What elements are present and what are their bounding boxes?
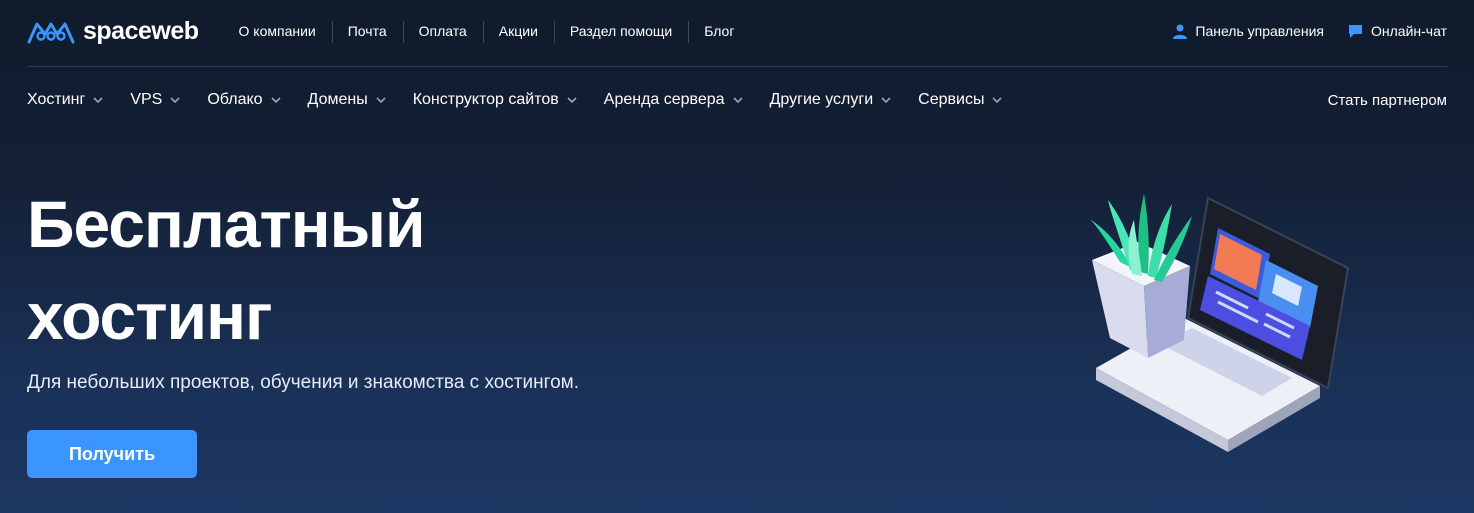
nav-services[interactable]: Сервисы <box>918 91 1003 109</box>
chevron-down-icon <box>93 97 103 104</box>
online-chat-label: Онлайн-чат <box>1371 23 1447 39</box>
top-nav-about[interactable]: О компании <box>223 23 332 39</box>
control-panel-link[interactable]: Панель управления <box>1173 23 1324 39</box>
online-chat-link[interactable]: Онлайн-чат <box>1348 23 1447 39</box>
top-right-links: Панель управления Онлайн-чат <box>1173 23 1447 39</box>
hero-title: Бесплатный хостинг <box>27 178 627 362</box>
nav-cloud-label: Облако <box>207 91 263 108</box>
chevron-down-icon <box>992 97 1003 104</box>
hero-subtitle: Для небольших проектов, обучения и знако… <box>27 372 580 393</box>
chevron-down-icon <box>170 97 180 104</box>
top-nav-promotions[interactable]: Акции <box>482 21 554 43</box>
nav-other-services-label: Другие услуги <box>769 91 874 108</box>
top-nav-blog[interactable]: Блог <box>688 21 750 43</box>
chevron-down-icon <box>270 97 281 104</box>
hero-title-line1: Бесплатный <box>27 187 426 261</box>
spaceweb-logo-icon <box>27 22 75 44</box>
header-divider <box>27 66 1447 67</box>
become-partner-link[interactable]: Стать партнером <box>1328 92 1447 109</box>
chevron-down-icon <box>881 97 891 104</box>
chevron-down-icon <box>567 97 577 104</box>
nav-other-services[interactable]: Другие услуги <box>770 91 893 109</box>
nav-hosting[interactable]: Хостинг <box>27 91 104 109</box>
nav-domains-label: Домены <box>307 91 368 108</box>
nav-cloud[interactable]: Облако <box>207 91 281 109</box>
logo[interactable]: spaceweb <box>27 17 199 46</box>
nav-site-builder-label: Конструктор сайтов <box>412 91 559 108</box>
nav-hosting-label: Хостинг <box>27 91 86 108</box>
control-panel-label: Панель управления <box>1195 23 1325 39</box>
user-icon <box>1173 24 1188 39</box>
chevron-down-icon <box>376 97 386 104</box>
hero-title-line2: хостинг <box>27 279 272 353</box>
top-bar: spaceweb О компании Почта Оплата Акции Р… <box>0 0 1474 62</box>
laptop-plant-illustration <box>1088 194 1350 452</box>
top-nav-mail[interactable]: Почта <box>331 21 403 43</box>
get-button[interactable]: Получить <box>27 430 197 478</box>
nav-services-label: Сервисы <box>918 91 985 108</box>
chevron-down-icon <box>732 97 743 104</box>
nav-site-builder[interactable]: Конструктор сайтов <box>413 91 578 109</box>
top-nav: О компании Почта Оплата Акции Раздел пом… <box>223 21 751 43</box>
nav-vps-label: VPS <box>130 91 163 108</box>
logo-text: spaceweb <box>83 16 199 45</box>
main-nav: Хостинг VPS Облако Домены Конструктор са… <box>0 80 1474 120</box>
nav-server-rental[interactable]: Аренда сервера <box>604 91 744 109</box>
nav-server-rental-label: Аренда сервера <box>603 91 725 108</box>
top-nav-payment[interactable]: Оплата <box>402 21 483 43</box>
chat-icon <box>1349 24 1363 38</box>
nav-domains[interactable]: Домены <box>308 91 387 109</box>
top-nav-help[interactable]: Раздел помощи <box>553 21 688 43</box>
nav-vps[interactable]: VPS <box>130 91 181 109</box>
